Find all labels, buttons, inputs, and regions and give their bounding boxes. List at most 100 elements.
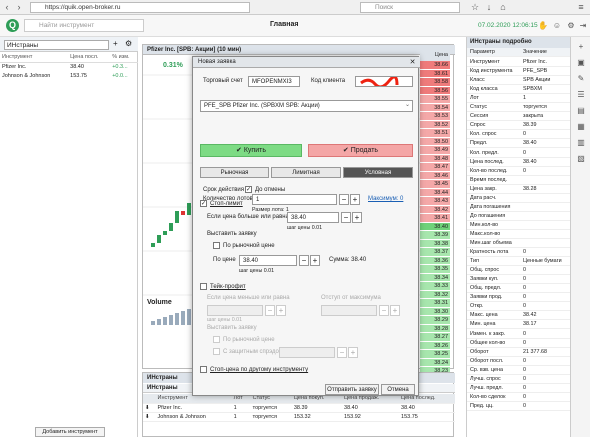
download-icon[interactable]: ↓	[484, 2, 494, 13]
column-header[interactable]: % изм.	[110, 53, 138, 63]
indent-input[interactable]	[321, 305, 377, 316]
increase-button[interactable]: +	[352, 212, 362, 223]
bid-price[interactable]: 38.30	[420, 307, 450, 316]
star-icon[interactable]: ☆	[470, 2, 480, 13]
gear-icon[interactable]: ⚙	[125, 39, 132, 48]
increase-button[interactable]: +	[348, 347, 358, 358]
until-cancel-checkbox[interactable]: ✓	[245, 186, 252, 193]
bid-price[interactable]: 38.35	[420, 265, 450, 274]
bid-price[interactable]: 38.39	[420, 231, 450, 240]
menu-icon[interactable]: ≡	[576, 2, 586, 13]
ask-price[interactable]: 38.43	[420, 197, 450, 206]
price-ladder[interactable]: Цена 38.66 38.61 38.58 38.56 38.55 38.54 38.53…	[420, 52, 450, 435]
candle[interactable]	[187, 203, 191, 215]
increase-button[interactable]: +	[310, 255, 320, 266]
bid-price[interactable]: 38.28	[420, 324, 450, 333]
decrease-button[interactable]: −	[337, 347, 347, 358]
bid-price[interactable]: 38.34	[420, 273, 450, 282]
ask-price[interactable]: 38.45	[420, 180, 450, 189]
column-header[interactable]: Параметр	[470, 48, 495, 57]
candle[interactable]	[175, 211, 179, 223]
forward-icon[interactable]: ›	[14, 2, 24, 13]
buy-button[interactable]: ✔ Купить	[200, 144, 302, 157]
row-action-icon[interactable]: ⬇	[143, 403, 156, 413]
spread-checkbox[interactable]	[213, 348, 220, 355]
candle[interactable]	[151, 243, 155, 247]
exit-icon[interactable]: ⇥	[578, 20, 588, 31]
bid-price[interactable]: 38.36	[420, 256, 450, 265]
add-icon[interactable]: +	[575, 41, 587, 53]
ask-price[interactable]: 38.44	[420, 188, 450, 197]
candle[interactable]	[157, 235, 161, 243]
column-header[interactable]: Цена посл.	[68, 53, 111, 63]
settings-icon[interactable]: ⚙	[566, 20, 576, 31]
bid-price[interactable]: 38.37	[420, 248, 450, 257]
bid-price[interactable]: 38.29	[420, 316, 450, 325]
column-header[interactable]	[143, 394, 156, 404]
instrument-field[interactable]: PFE_SPB Pfizer Inc. (SPBXM SPB: Акции)	[200, 100, 413, 112]
if-price-input[interactable]: 38.40	[287, 212, 339, 223]
candle[interactable]	[181, 211, 185, 215]
decrease-button[interactable]: −	[299, 255, 309, 266]
address-bar[interactable]: https://quik.open-broker.ru	[30, 2, 250, 13]
ask-price[interactable]: 38.61	[420, 69, 450, 78]
row-action-icon[interactable]: ⬇	[143, 412, 156, 422]
bid-price[interactable]: 38.25	[420, 350, 450, 359]
tp-market-checkbox[interactable]	[213, 336, 220, 343]
ask-price[interactable]: 38.54	[420, 103, 450, 112]
stop-other-checkbox[interactable]	[200, 366, 207, 373]
ask-price[interactable]: 38.47	[420, 163, 450, 172]
ask-price[interactable]: 38.66	[420, 61, 450, 70]
bid-price[interactable]: 38.24	[420, 358, 450, 367]
close-icon[interactable]: ✕	[407, 57, 418, 68]
browser-search[interactable]: Поиск	[360, 2, 460, 13]
column-header[interactable]: Значение	[523, 48, 547, 57]
decrease-button[interactable]: −	[339, 194, 349, 205]
table-row[interactable]: ⬇ Johnson & Johnson 1 торгуется 153.32 1…	[143, 412, 455, 422]
bid-price[interactable]: 38.31	[420, 299, 450, 308]
ask-price[interactable]: 38.51	[420, 129, 450, 138]
ask-price[interactable]: 38.46	[420, 171, 450, 180]
ask-price[interactable]: 38.50	[420, 137, 450, 146]
instrument-search-input[interactable]: Найти инструмент	[24, 19, 144, 32]
table-row[interactable]: ⬇ Pfizer Inc. 1 торгуется 38.39 38.40 38…	[143, 403, 455, 413]
bid-price[interactable]: 38.38	[420, 239, 450, 248]
chevron-down-icon[interactable]: ⌄	[405, 101, 410, 108]
tp-price-input[interactable]	[207, 305, 263, 316]
take-profit-checkbox[interactable]	[200, 283, 207, 290]
ask-price[interactable]: 38.58	[420, 78, 450, 87]
bid-price[interactable]: 38.32	[420, 290, 450, 299]
bid-price[interactable]: 38.40	[420, 222, 450, 231]
watchlist-select[interactable]: ИНстраны	[4, 40, 109, 50]
bid-price[interactable]: 38.33	[420, 282, 450, 291]
spread-input[interactable]	[279, 347, 335, 358]
column-header[interactable]: Инструмент	[0, 53, 69, 63]
quantity-input[interactable]: 1	[252, 194, 337, 205]
back-icon[interactable]: ‹	[2, 2, 12, 13]
send-order-button[interactable]: Отправить заявку	[325, 384, 379, 395]
save-icon[interactable]: ▣	[575, 57, 587, 69]
market-price-checkbox[interactable]	[213, 242, 220, 249]
bid-price[interactable]: 38.26	[420, 341, 450, 350]
ask-price[interactable]: 38.41	[420, 214, 450, 223]
max-link[interactable]: Максимум: 0	[368, 196, 403, 202]
candle[interactable]	[169, 223, 173, 231]
tab-limit[interactable]: Лимитная	[271, 167, 341, 178]
chart-icon[interactable]: ▤	[575, 105, 587, 117]
increase-button[interactable]: +	[350, 194, 360, 205]
ask-price[interactable]: 38.56	[420, 86, 450, 95]
edit-icon[interactable]: ✎	[575, 73, 587, 85]
ask-price[interactable]: 38.52	[420, 120, 450, 129]
stop-limit-checkbox[interactable]: ✓	[200, 200, 207, 207]
home-icon[interactable]: ⌂	[498, 2, 508, 13]
portfolio-icon[interactable]: ▥	[575, 137, 587, 149]
table-row[interactable]: Johnson & Johnson 153.75 +0.0...	[0, 71, 138, 80]
hand-icon[interactable]: ✋	[538, 20, 548, 31]
decrease-button[interactable]: −	[379, 305, 389, 316]
decrease-button[interactable]: −	[265, 305, 275, 316]
table-icon[interactable]: ▦	[575, 121, 587, 133]
ask-price[interactable]: 38.55	[420, 95, 450, 104]
orders-icon[interactable]: ▧	[575, 153, 587, 165]
user-icon[interactable]: ☺	[552, 20, 562, 31]
bid-price[interactable]: 38.27	[420, 333, 450, 342]
